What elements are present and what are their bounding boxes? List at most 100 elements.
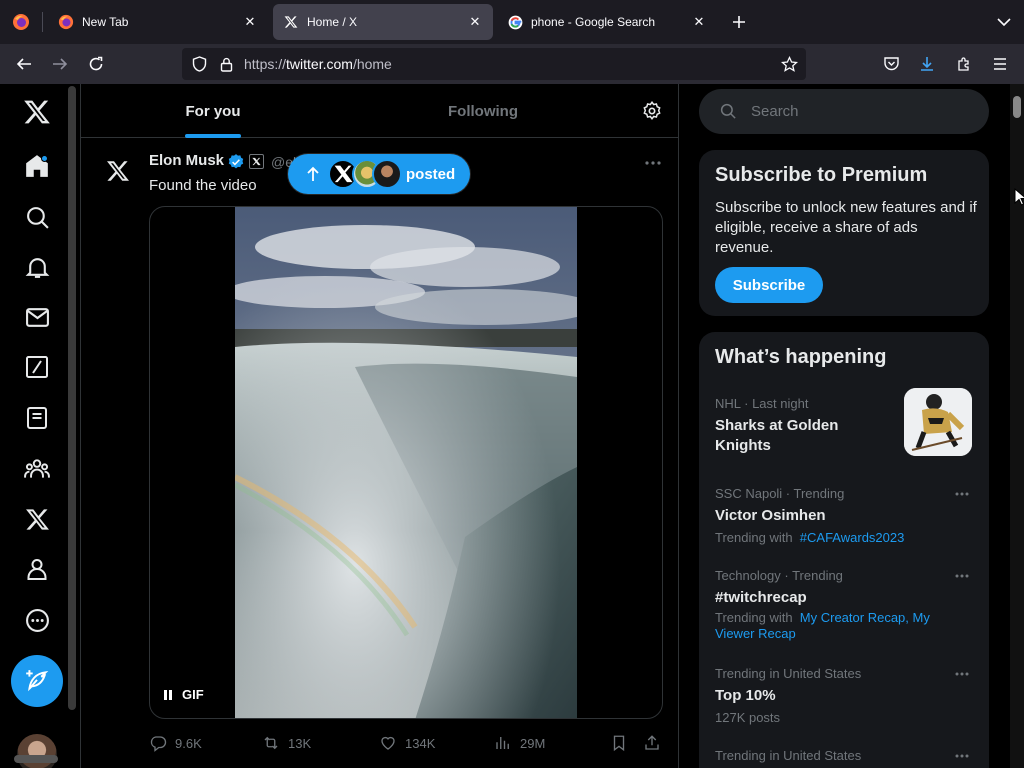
nav-notifications[interactable] [12,242,62,292]
trend-meta: Technology · Trending [715,568,843,583]
reply-button[interactable]: 9.6K [149,732,202,754]
bookmark-button[interactable] [610,732,628,754]
list-all-tabs-button[interactable] [992,10,1016,34]
x-logo-icon [25,508,49,530]
views-button[interactable]: 29M [494,732,545,754]
subscribe-button[interactable]: Subscribe [715,267,823,303]
app-menu-button[interactable] [986,50,1014,78]
search-box[interactable] [699,89,989,134]
horizontal-scrollbar[interactable] [14,755,58,763]
trend-more-button[interactable] [951,748,973,764]
arrow-up-icon [307,166,319,181]
trend-meta: SSC Napoli · Trending [715,486,845,501]
tweet[interactable]: Elon Musk @el Found the video GIF 9.6K 1… [81,139,679,768]
plus-icon [733,16,745,28]
back-button[interactable] [10,50,38,78]
gif-control[interactable]: GIF [164,687,204,702]
tab-following[interactable]: Following [351,84,615,138]
reply-icon [150,736,167,752]
forward-button[interactable] [46,50,74,78]
trend-more-button[interactable] [951,666,973,682]
x-home-page: For you Following Elon Musk @el Found th… [0,84,1024,768]
shield-icon[interactable] [190,55,208,73]
affiliation-badge-icon [249,154,264,169]
tweet-author-name[interactable]: Elon Musk [149,152,224,169]
tab-for-you[interactable]: For you [81,84,345,138]
nav-communities[interactable] [12,444,62,494]
extensions-button[interactable] [950,50,978,78]
repost-button[interactable]: 13K [262,732,311,754]
nav-profile[interactable] [12,544,62,594]
tab-home-x[interactable]: Home / X ✕ [273,4,493,40]
trend-item[interactable]: SSC Napoli · Trending Victor Osimhen Tre… [699,486,989,546]
trend-thumbnail [904,388,972,456]
nav-lists[interactable] [12,393,62,443]
tweet-more-button[interactable] [641,151,665,175]
trend-meta: NHL · Last night [715,396,809,411]
trend-more-button[interactable] [951,568,973,584]
nav-home[interactable] [12,141,62,191]
trend-item[interactable]: NHL · Last night Sharks at Golden Knight… [699,388,989,466]
trend-item[interactable]: Technology · Trending #twitchrecap Trend… [699,568,989,641]
trend-hashtag-link[interactable]: #CAFAwards2023 [800,530,905,545]
active-tab-indicator [185,134,241,138]
tab-label: phone - Google Search [531,15,656,29]
x-home-logo[interactable] [12,87,62,137]
puzzle-icon [958,57,969,71]
nav-explore[interactable] [12,192,62,242]
new-tab-button[interactable] [727,10,751,34]
browser-tab-bar: New Tab ✕ Home / X ✕ phone - Google Sear… [0,0,1024,44]
reply-count: 9.6K [175,735,202,751]
page-scrollbar[interactable] [1010,84,1024,768]
like-button[interactable]: 134K [379,732,435,754]
more-horizontal-icon [955,574,969,578]
new-posts-pill[interactable]: posted [288,154,470,194]
nav-scrollbar[interactable] [68,86,76,710]
downloads-button[interactable] [913,50,941,78]
arrow-left-icon [16,58,31,70]
x-logo-icon [107,161,129,181]
communities-icon [24,459,50,478]
trend-item[interactable]: Trending in United States Top 10% 127K p… [699,666,989,726]
share-button[interactable] [643,732,661,754]
download-icon [921,57,933,71]
scrollbar-thumb[interactable] [1013,96,1021,118]
lock-icon[interactable] [217,55,235,73]
person-icon [27,559,47,580]
close-tab-icon[interactable]: ✕ [691,14,707,30]
close-tab-icon[interactable]: ✕ [467,14,483,30]
tweet-media-gif[interactable]: GIF [149,206,663,719]
compose-post-button[interactable] [11,655,63,707]
nav-messages[interactable] [12,292,62,342]
tab-label: Home / X [307,15,358,29]
close-tab-icon[interactable]: ✕ [242,14,258,30]
tweet-text: Found the video [149,177,257,194]
tab-new-tab[interactable]: New Tab ✕ [48,4,268,40]
bar-chart-icon [496,737,509,749]
nav-more[interactable] [12,595,62,645]
trend-title: Sharks at Golden Knights [715,417,839,454]
trend-meta: Trending in United States [715,748,862,763]
trend-title: Top 10% [715,687,776,704]
url-prefix: https:// [244,56,287,72]
trend-item[interactable]: Trending in United States [699,748,989,768]
firefox-icon [13,14,29,30]
tab-google-search[interactable]: phone - Google Search ✕ [497,4,717,40]
bookmark-star-icon[interactable] [780,55,798,73]
happening-title: What’s happening [715,346,887,368]
repost-count: 13K [288,735,312,751]
firefox-view-button[interactable] [0,0,42,44]
tweet-author-avatar[interactable] [102,155,134,187]
address-bar[interactable]: https://twitter.com/home [182,48,806,80]
share-icon [645,735,659,750]
primary-nav [0,84,76,768]
browser-nav-bar: https://twitter.com/home [0,44,1024,84]
nav-premium[interactable] [12,494,62,544]
pocket-button[interactable] [877,50,905,78]
trend-more-button[interactable] [951,486,973,502]
timeline-settings-button[interactable] [642,100,662,121]
premium-body: Subscribe to unlock new features and if … [715,199,977,256]
reload-button[interactable] [82,50,110,78]
nav-grok[interactable] [12,342,62,392]
search-input[interactable] [751,89,971,134]
